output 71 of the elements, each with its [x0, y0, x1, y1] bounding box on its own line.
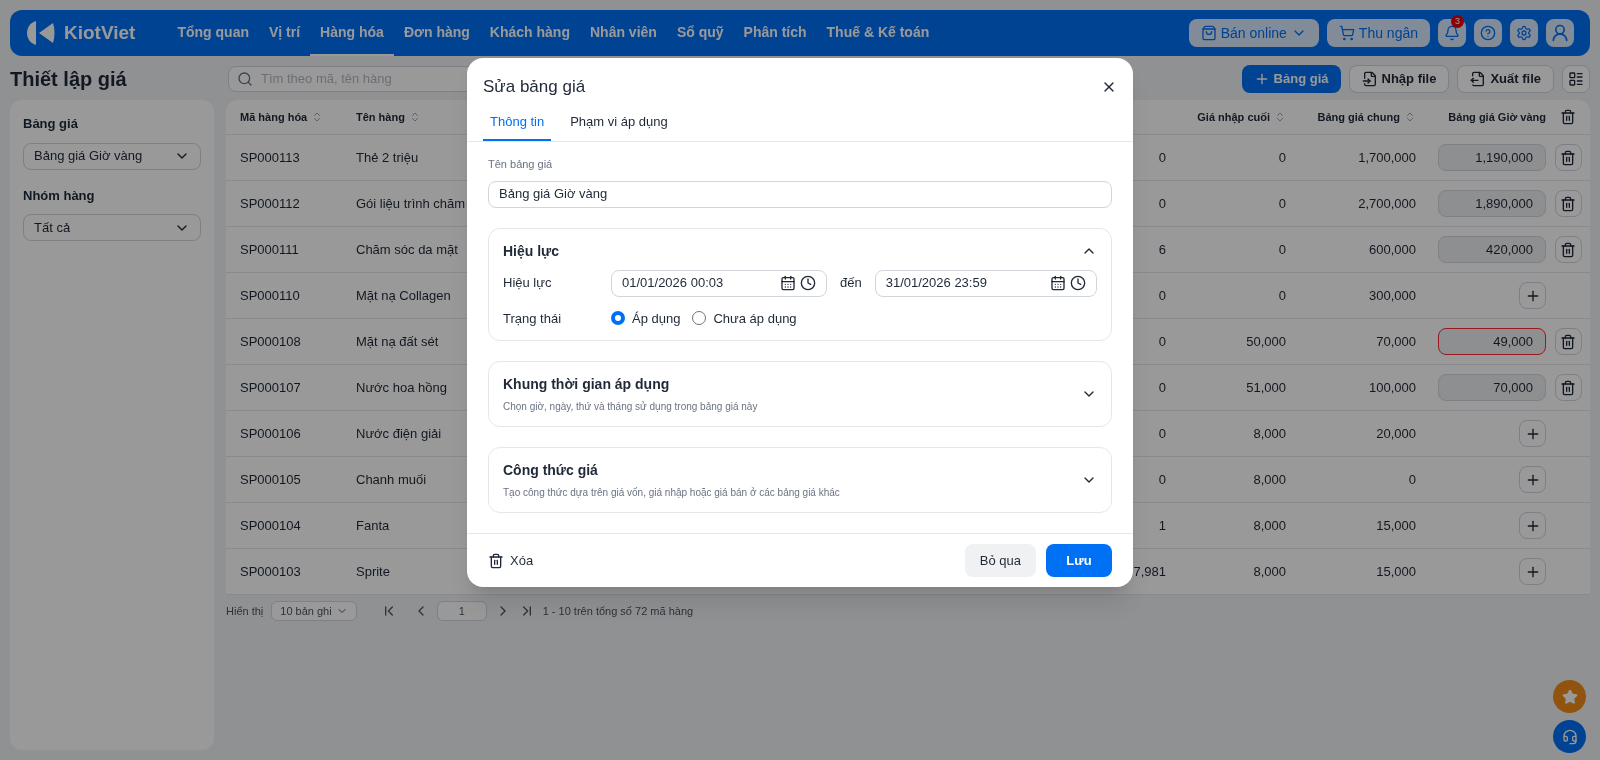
table-cell: 7,981	[1133, 563, 1166, 579]
table-cell: SP000111	[240, 241, 299, 257]
column-header: Tên hàng	[356, 109, 405, 125]
table-cell: 1	[1158, 517, 1166, 533]
table-cell: SP000106	[240, 425, 301, 441]
section-title: Hiệu lực	[503, 241, 560, 261]
table-cell: 0	[1158, 333, 1166, 349]
table-cell: 2,700,000	[1358, 195, 1416, 211]
table-cell: Nước hoa hồng	[356, 379, 447, 395]
table-cell: 1,700,000	[1358, 149, 1416, 165]
field-label: Tên bảng giá	[488, 157, 554, 172]
table-cell: SP000112	[240, 195, 300, 211]
column-header: Giá nhập cuối	[1197, 109, 1270, 126]
table-cell: SP000103	[240, 563, 301, 579]
table-cell: SP000107	[240, 379, 301, 395]
table-cell: 0	[1278, 287, 1286, 303]
table-cell: 6	[1158, 241, 1166, 257]
table-cell: 0	[1158, 471, 1166, 487]
field-label: Hiệu lực	[503, 274, 553, 293]
range-separator: đến	[840, 274, 862, 293]
table-cell: 0	[1158, 379, 1166, 395]
table-cell: 70,000	[1376, 333, 1416, 349]
table-cell: Mặt nạ Collagen	[356, 287, 451, 303]
table-cell: 0	[1158, 425, 1166, 441]
table-cell: Gói liệu trình chăm	[356, 195, 466, 211]
table-cell: 15,000	[1376, 563, 1416, 579]
table-cell: SP000113	[240, 149, 300, 165]
table-cell: Chăm sóc da mặt	[356, 241, 458, 257]
table-cell: SP000108	[240, 333, 301, 349]
table-cell: Fanta	[356, 517, 390, 533]
brand-name: KiotViet	[64, 20, 136, 45]
table-cell: 0	[1158, 149, 1166, 165]
section-title: Công thức giá	[503, 461, 599, 480]
table-cell: 50,000	[1246, 333, 1286, 349]
table-cell: 300,000	[1369, 287, 1416, 303]
table-cell: SP000104	[240, 517, 301, 533]
column-header: Bảng giá Giờ vàng	[1448, 109, 1546, 125]
column-header: Bảng giá chung	[1317, 109, 1400, 125]
column-header: Mã hàng hóa	[240, 109, 308, 125]
pagination-summary: 1 - 10 trên tổng số 72 mã hàng	[542, 603, 694, 619]
table-cell: Sprite	[356, 563, 390, 579]
table-cell: 100,000	[1369, 379, 1416, 395]
section-description: Tạo công thức dựa trên giá vốn, giá nhập hoặc giá bán ở các bảng giá khác	[503, 486, 840, 500]
table-cell: SP000105	[240, 471, 301, 487]
table-cell: 20,000	[1376, 425, 1416, 441]
table-cell: 0	[1278, 149, 1286, 165]
table-cell: SP000110	[240, 287, 300, 303]
section-description: Chọn giờ, ngày, thứ và tháng sử dụng trong bảng giá này	[503, 400, 758, 414]
table-cell: 8,000	[1253, 517, 1286, 533]
page-title: Thiết lập giá	[10, 67, 128, 92]
table-cell: Mặt nạ đất sét	[356, 333, 439, 349]
table-cell: 0	[1278, 195, 1286, 211]
filter-label: Nhóm hàng	[23, 186, 96, 205]
table-cell: 8,000	[1253, 471, 1286, 487]
notification-badge: 3	[1451, 15, 1464, 28]
page-size-label: Hiển thị	[226, 603, 264, 619]
table-cell: 0	[1278, 241, 1286, 257]
table-cell: Thẻ 2 triệu	[356, 149, 419, 165]
section-title: Khung thời gian áp dụng	[503, 375, 671, 394]
table-cell: 8,000	[1253, 425, 1286, 441]
table-cell: Nước điện giải	[356, 425, 442, 441]
table-cell: Chanh muối	[356, 471, 427, 487]
table-cell: 0	[1158, 287, 1166, 303]
table-cell: 8,000	[1253, 563, 1286, 579]
filter-label: Bảng giá	[23, 115, 79, 133]
table-cell: 600,000	[1369, 241, 1416, 257]
field-label: Trạng thái	[503, 309, 563, 328]
table-cell: 0	[1158, 195, 1166, 211]
table-cell: 0	[1408, 471, 1416, 487]
table-cell: 15,000	[1376, 517, 1416, 533]
table-cell: 51,000	[1246, 379, 1286, 395]
